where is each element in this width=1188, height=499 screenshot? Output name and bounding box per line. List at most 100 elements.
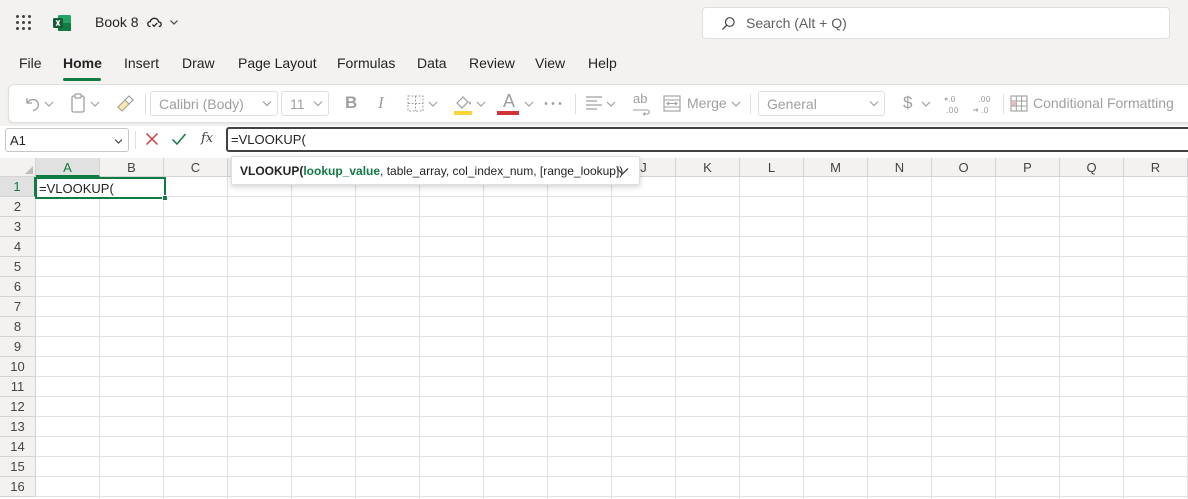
- font-color-button[interactable]: A: [503, 91, 515, 112]
- gridline-horizontal: [36, 376, 1188, 377]
- row-header-16[interactable]: 16: [0, 477, 36, 497]
- row-header-9[interactable]: 9: [0, 337, 36, 357]
- ribbon-separator: [145, 94, 146, 114]
- borders-icon[interactable]: [405, 85, 427, 122]
- row-header-12[interactable]: 12: [0, 397, 36, 417]
- chevron-down-icon[interactable]: [114, 138, 123, 145]
- chevron-down-icon[interactable]: [605, 85, 617, 122]
- ribbon-separator: [750, 94, 751, 114]
- font-size-dropdown[interactable]: 11: [281, 91, 329, 116]
- chevron-down-icon[interactable]: [475, 85, 487, 122]
- align-left-icon[interactable]: [583, 85, 605, 122]
- tab-page-layout[interactable]: Page Layout: [238, 55, 317, 71]
- select-all-triangle-icon: [25, 166, 33, 174]
- column-header-k[interactable]: K: [676, 158, 740, 177]
- paste-icon[interactable]: [67, 85, 89, 122]
- gridline-horizontal: [36, 276, 1188, 277]
- active-cell-a1[interactable]: =VLOOKUP(: [35, 177, 168, 201]
- fill-handle[interactable]: [162, 195, 168, 201]
- row-header-7[interactable]: 7: [0, 297, 36, 317]
- chevron-down-icon[interactable]: [89, 85, 101, 122]
- tab-formulas[interactable]: Formulas: [337, 55, 395, 71]
- italic-button[interactable]: I: [378, 93, 384, 113]
- name-box-value: A1: [10, 133, 26, 148]
- row-header-8[interactable]: 8: [0, 317, 36, 337]
- format-painter-icon[interactable]: [113, 85, 137, 122]
- gridline-horizontal: [36, 396, 1188, 397]
- row-header-10[interactable]: 10: [0, 357, 36, 377]
- font-color-bar: [497, 111, 519, 115]
- gridline-vertical: [1123, 177, 1124, 499]
- merge-icon[interactable]: [661, 85, 683, 122]
- spreadsheet-grid[interactable]: ABCDEFGHIJKLMNOPQR1234567891011121314151…: [0, 158, 1188, 499]
- chevron-down-icon[interactable]: [616, 167, 629, 176]
- gridline-horizontal: [36, 496, 1188, 497]
- tab-home[interactable]: Home: [63, 55, 102, 71]
- cancel-icon[interactable]: [145, 132, 159, 146]
- chevron-down-icon[interactable]: [427, 85, 439, 122]
- more-options-icon[interactable]: [541, 85, 565, 122]
- function-signature: VLOOKUP(lookup_value, table_array, col_i…: [240, 164, 623, 178]
- column-header-m[interactable]: M: [804, 158, 868, 177]
- enter-check-icon[interactable]: [171, 132, 187, 146]
- fill-color-icon[interactable]: [451, 85, 475, 122]
- select-all-button[interactable]: [0, 158, 36, 177]
- gridline-horizontal: [36, 416, 1188, 417]
- search-box[interactable]: Search (Alt + Q): [702, 7, 1170, 39]
- row-header-4[interactable]: 4: [0, 237, 36, 257]
- currency-button[interactable]: $: [903, 93, 912, 113]
- row-header-2[interactable]: 2: [0, 197, 36, 217]
- insert-function-icon[interactable]: fx: [201, 131, 213, 146]
- column-header-n[interactable]: N: [868, 158, 932, 177]
- column-header-p[interactable]: P: [996, 158, 1060, 177]
- tab-file[interactable]: File: [19, 55, 42, 71]
- number-format-dropdown[interactable]: General: [758, 91, 885, 116]
- row-header-11[interactable]: 11: [0, 377, 36, 397]
- workbook-title[interactable]: Book 8: [95, 14, 139, 30]
- tab-view[interactable]: View: [535, 55, 565, 71]
- font-name-dropdown[interactable]: Calibri (Body): [150, 91, 278, 116]
- cloud-saved-icon[interactable]: [146, 14, 163, 31]
- decrease-decimal-icon[interactable]: .00 .0: [971, 85, 995, 122]
- tab-draw[interactable]: Draw: [182, 55, 215, 71]
- bold-button[interactable]: B: [345, 93, 357, 113]
- function-argument-tooltip[interactable]: VLOOKUP(lookup_value, table_array, col_i…: [231, 156, 640, 185]
- row-header-15[interactable]: 15: [0, 457, 36, 477]
- tab-data[interactable]: Data: [417, 55, 447, 71]
- column-header-c[interactable]: C: [164, 158, 228, 177]
- row-header-1[interactable]: 1: [0, 177, 36, 197]
- chevron-down-icon[interactable]: [169, 17, 179, 27]
- column-header-b[interactable]: B: [100, 158, 164, 177]
- chevron-down-icon[interactable]: [919, 85, 933, 122]
- chevron-down-icon[interactable]: [43, 85, 55, 122]
- row-header-5[interactable]: 5: [0, 257, 36, 277]
- increase-decimal-icon[interactable]: .0 .00: [943, 85, 967, 122]
- name-box[interactable]: A1: [5, 128, 129, 152]
- column-header-a[interactable]: A: [36, 158, 100, 177]
- column-header-q[interactable]: Q: [1060, 158, 1124, 177]
- undo-icon[interactable]: [21, 85, 43, 122]
- formula-input[interactable]: =VLOOKUP(: [226, 127, 1188, 152]
- chevron-down-icon[interactable]: [729, 85, 743, 122]
- row-header-13[interactable]: 13: [0, 417, 36, 437]
- ribbon-tabs: File Home Insert Draw Page Layout Formul…: [0, 46, 1188, 82]
- function-name[interactable]: VLOOKUP: [240, 164, 299, 178]
- row-header-6[interactable]: 6: [0, 277, 36, 297]
- tab-help[interactable]: Help: [588, 55, 617, 71]
- app-launcher-icon[interactable]: [16, 15, 32, 31]
- column-header-o[interactable]: O: [932, 158, 996, 177]
- tab-review[interactable]: Review: [469, 55, 515, 71]
- chevron-down-icon[interactable]: [523, 85, 535, 122]
- gridline-horizontal: [36, 436, 1188, 437]
- conditional-formatting-label[interactable]: Conditional Formatting: [1033, 95, 1174, 111]
- merge-label[interactable]: Merge: [687, 95, 727, 111]
- search-placeholder: Search (Alt + Q): [746, 15, 847, 31]
- conditional-formatting-icon[interactable]: [1009, 85, 1029, 122]
- column-header-l[interactable]: L: [740, 158, 804, 177]
- row-header-14[interactable]: 14: [0, 437, 36, 457]
- current-argument: lookup_value: [303, 164, 381, 178]
- tab-insert[interactable]: Insert: [124, 55, 159, 71]
- column-header-r[interactable]: R: [1124, 158, 1188, 177]
- row-header-3[interactable]: 3: [0, 217, 36, 237]
- font-size-value: 11: [290, 96, 305, 112]
